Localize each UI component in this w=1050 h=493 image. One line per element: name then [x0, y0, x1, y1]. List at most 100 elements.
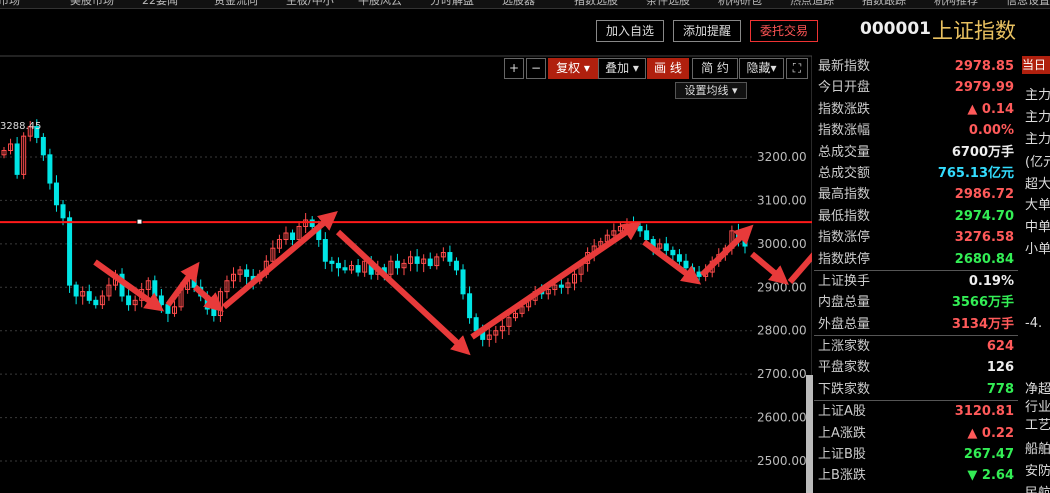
candle-body [322, 239, 328, 262]
quote-value: 2979.99 [954, 80, 1014, 96]
quote-row: 指数涨跌 ▲ 0.14 [814, 99, 1018, 120]
annotation-arrow [470, 221, 642, 340]
annotation-arrow [750, 251, 789, 285]
quote-label: 上证换手 [818, 273, 871, 289]
side-label: 主力 [1025, 132, 1050, 147]
quote-row: 指数跌停 2680.84 [814, 249, 1018, 270]
quote-value: 3276.58 [954, 230, 1014, 246]
candle-body [663, 243, 669, 251]
quote-label: 外盘总量 [818, 316, 871, 332]
y-tick-label: 2600.00 [757, 411, 807, 425]
quote-label: 上B涨跌 [818, 468, 866, 484]
quote-value: 2986.72 [954, 187, 1014, 203]
candle-body [453, 260, 459, 271]
candle-body [460, 269, 466, 295]
candle-body [290, 232, 296, 241]
y-tick-label: 3000.00 [757, 237, 807, 251]
quote-label: 内盘总量 [818, 295, 871, 311]
candle-body [676, 254, 682, 262]
quote-row: 指数涨幅 0.00% [814, 120, 1018, 141]
candle-body [335, 262, 341, 269]
candle-body [309, 219, 315, 227]
quote-value: 2974.70 [954, 208, 1014, 224]
quote-label: 最新指数 [818, 59, 871, 74]
candle-body [67, 217, 73, 286]
quote-value: 3566万手 [951, 295, 1014, 311]
quote-value: 778 [986, 381, 1014, 397]
side-label: 超大 [1025, 177, 1050, 192]
quote-value: 126 [986, 360, 1014, 376]
candle-body [158, 295, 164, 306]
candle-body [53, 182, 59, 206]
annotation-arrow [699, 224, 754, 278]
quote-value: 0.19% [968, 273, 1014, 289]
quote-label: 今日开盘 [818, 80, 871, 96]
side-label: 小单 [1025, 242, 1050, 257]
quote-row: 上证A股 3120.81 [814, 400, 1018, 422]
candle-body [342, 267, 348, 271]
candle-body [86, 291, 92, 301]
candle-body [355, 265, 361, 273]
quote-value: 6700万手 [951, 144, 1014, 160]
tab-today[interactable]: 当日 [1022, 56, 1050, 74]
quote-value: ▲ 0.22 [967, 425, 1014, 441]
side-label: 民航 [1025, 482, 1050, 493]
candle-body [191, 278, 197, 288]
quote-row: 上证换手 0.19% [814, 269, 1018, 292]
top-menu-item[interactable]: 指数跟踪 [862, 0, 906, 8]
stock-code: 000001 [860, 19, 931, 39]
quote-value: 0.00% [968, 123, 1014, 139]
quote-row: 最高指数 2986.72 [814, 184, 1018, 205]
quote-label: 总成交量 [818, 144, 871, 160]
quote-value: 2978.85 [954, 59, 1014, 74]
candle-body [670, 249, 676, 256]
side-label: 行业 [1025, 400, 1050, 415]
quote-label: 指数跌停 [818, 251, 871, 267]
line-handle [136, 218, 143, 225]
side-label: 大单 [1025, 198, 1050, 213]
quote-row: 外盘总量 3134万手 [814, 314, 1018, 335]
annotation-arrow [335, 229, 471, 356]
chart-scrollbar[interactable] [806, 375, 813, 493]
quote-value: 765.13亿元 [937, 165, 1014, 181]
candle-body [126, 295, 132, 306]
side-label: 净超 [1025, 382, 1050, 397]
candle-body [152, 280, 158, 297]
y-tick-label: 2800.00 [757, 324, 807, 338]
stock-name: 上证指数 [932, 19, 1016, 43]
candle-body [447, 252, 453, 262]
quote-value: ▼ 2.64 [967, 468, 1014, 484]
quote-row: 下跌家数 778 [814, 379, 1018, 400]
y-tick-label: 3100.00 [757, 193, 807, 207]
candle-body [473, 317, 479, 332]
quote-value: 3134万手 [951, 316, 1014, 332]
quote-row: 总成交量 6700万手 [814, 142, 1018, 163]
candle-body [683, 260, 689, 269]
quote-label: 指数涨停 [818, 230, 871, 246]
candle-body [467, 293, 473, 319]
kline-chart[interactable]: 3200.00 3100.00 3000.00 2900.00 2800.00 2700.… [0, 0, 812, 493]
quote-row: 最新指数 2978.85 [814, 56, 1018, 77]
quote-value: 3120.81 [954, 404, 1014, 420]
high-price-label: 3288.45 [0, 121, 41, 132]
candle-body [394, 260, 400, 269]
quote-row: 平盘家数 126 [814, 357, 1018, 378]
side-label: -4. [1025, 316, 1043, 331]
candle-body [40, 136, 46, 156]
y-tick-label: 3200.00 [757, 150, 807, 164]
quote-label: 上证B股 [818, 447, 866, 463]
quote-label: 指数涨跌 [818, 101, 871, 117]
candle-body [14, 143, 20, 175]
y-tick-label: 2900.00 [757, 280, 807, 294]
quote-label: 上证A股 [818, 404, 866, 420]
top-menu-item[interactable]: 机构推荐 [934, 0, 978, 8]
side-label: 安防 [1025, 464, 1050, 479]
candle-body [427, 258, 433, 267]
quote-label: 最低指数 [818, 208, 871, 224]
annotation-arrow [222, 211, 338, 310]
top-menu-item[interactable]: 信息设置 [1006, 0, 1050, 8]
quote-value: ▲ 0.14 [967, 101, 1014, 117]
quote-row: 总成交额 765.13亿元 [814, 163, 1018, 184]
candle-body [329, 260, 335, 264]
quote-value: 267.47 [963, 447, 1014, 463]
